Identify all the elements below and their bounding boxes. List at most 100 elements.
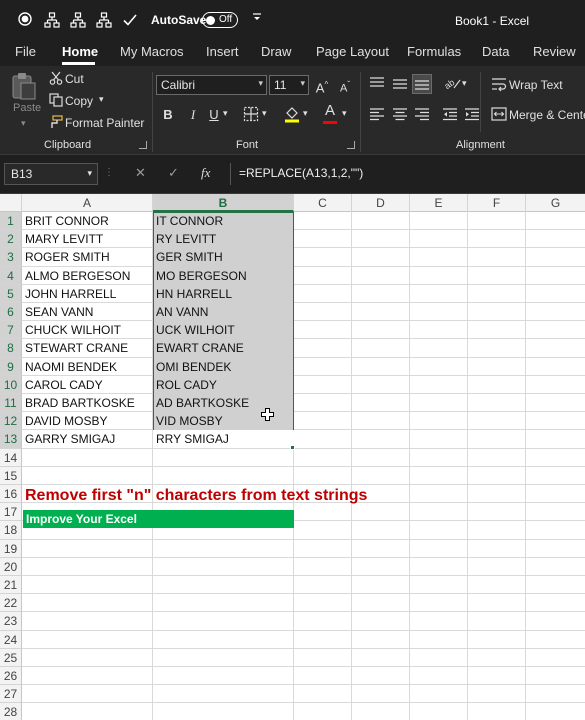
cell-a7[interactable]: CHUCK WILHOIT <box>22 321 121 339</box>
cell-b7[interactable]: UCK WILHOIT <box>153 321 235 339</box>
column-header-d[interactable]: D <box>352 194 410 212</box>
cell-b5[interactable]: HN HARRELL <box>153 285 232 303</box>
cell-b9[interactable]: OMI BENDEK <box>153 358 231 376</box>
align-middle-icon[interactable] <box>392 76 408 95</box>
row-header-4[interactable]: 4 <box>0 266 22 285</box>
row-header-14[interactable]: 14 <box>0 448 22 467</box>
cell-a6[interactable]: SEAN VANN <box>22 303 93 321</box>
fill-color-icon[interactable] <box>284 105 300 126</box>
worksheet-grid[interactable]: A B C D E F G 1 2 3 4 5 6 7 8 9 10 11 12 13 14 15 16 17 1… <box>0 194 585 720</box>
row-header-28[interactable]: 28 <box>0 703 22 720</box>
italic-button[interactable]: I <box>187 107 199 123</box>
cell-a13[interactable]: GARRY SMIGAJ <box>22 430 115 448</box>
font-name-select[interactable]: Calibri ▾ <box>156 75 267 95</box>
column-header-e[interactable]: E <box>410 194 468 212</box>
align-right-icon[interactable] <box>414 106 430 125</box>
row-header-15[interactable]: 15 <box>0 466 22 485</box>
cell-a2[interactable]: MARY LEVITT <box>22 230 103 248</box>
align-left-icon[interactable] <box>369 106 385 125</box>
fill-handle[interactable] <box>290 445 295 450</box>
copy-dropdown-icon[interactable]: ▾ <box>99 94 104 105</box>
copy-icon[interactable] <box>49 93 63 110</box>
bold-button[interactable]: B <box>162 107 174 123</box>
cancel-icon[interactable]: ✕ <box>135 165 146 181</box>
name-box[interactable]: B13 ▾ <box>4 163 98 185</box>
more-options-icon[interactable]: ⋮ <box>104 167 114 178</box>
tab-home[interactable]: Home <box>62 44 98 59</box>
row-header-18[interactable]: 18 <box>0 521 22 540</box>
cell-b10[interactable]: ROL CADY <box>153 376 217 394</box>
decrease-font-icon[interactable]: Aˇ <box>337 77 353 97</box>
column-header-f[interactable]: F <box>468 194 526 212</box>
copy-button[interactable]: Copy <box>65 94 93 108</box>
cell-b6[interactable]: AN VANN <box>153 303 208 321</box>
row-header-24[interactable]: 24 <box>0 630 22 649</box>
align-top-icon[interactable] <box>369 76 385 95</box>
column-header-c[interactable]: C <box>294 194 352 212</box>
font-color-dropdown-icon[interactable]: ▾ <box>342 108 347 119</box>
row-header-21[interactable]: 21 <box>0 576 22 595</box>
org-chart-icon-2[interactable] <box>70 12 86 28</box>
cell-a4[interactable]: ALMO BERGESON <box>22 267 130 285</box>
decrease-indent-icon[interactable] <box>442 106 458 125</box>
cell-a5[interactable]: JOHN HARRELL <box>22 285 116 303</box>
checkmark-icon[interactable] <box>122 12 138 28</box>
row-header-19[interactable]: 19 <box>0 539 22 558</box>
row-header-7[interactable]: 7 <box>0 321 22 340</box>
record-icon[interactable] <box>18 12 32 28</box>
orientation-icon[interactable]: ab <box>442 75 462 94</box>
cell-a12[interactable]: DAVID MOSBY <box>22 412 107 430</box>
tab-review[interactable]: Review <box>533 44 576 59</box>
wrap-text-button[interactable]: Wrap Text <box>509 78 563 92</box>
row-header-23[interactable]: 23 <box>0 612 22 631</box>
tab-my-macros[interactable]: My Macros <box>120 44 184 59</box>
row-header-10[interactable]: 10 <box>0 375 22 394</box>
merge-center-button[interactable]: Merge & Center <box>509 108 585 122</box>
row-header-9[interactable]: 9 <box>0 357 22 376</box>
org-chart-icon-3[interactable] <box>96 12 112 28</box>
row-header-13[interactable]: 13 <box>0 430 22 449</box>
font-color-button[interactable]: A <box>322 103 338 124</box>
tab-page-layout[interactable]: Page Layout <box>316 44 389 59</box>
font-launcher-icon[interactable] <box>347 141 355 149</box>
paste-dropdown-icon[interactable]: ▾ <box>21 118 26 129</box>
insert-function-icon[interactable]: fx <box>201 165 210 181</box>
org-chart-icon[interactable] <box>44 12 60 28</box>
tab-formulas[interactable]: Formulas <box>407 44 461 59</box>
cell-a11[interactable]: BRAD BARTKOSKE <box>22 394 135 412</box>
column-header-a[interactable]: A <box>22 194 153 212</box>
row-header-6[interactable]: 6 <box>0 303 22 322</box>
row-header-8[interactable]: 8 <box>0 339 22 358</box>
cut-button[interactable]: Cut <box>65 72 84 86</box>
select-all-corner[interactable] <box>0 194 22 212</box>
paste-label[interactable]: Paste <box>13 102 41 114</box>
format-painter-icon[interactable] <box>49 115 63 132</box>
scissors-icon[interactable] <box>49 71 63 88</box>
row-header-17[interactable]: 17 <box>0 503 22 522</box>
enter-icon[interactable]: ✓ <box>168 165 179 181</box>
borders-dropdown-icon[interactable]: ▾ <box>262 108 267 119</box>
cell-b2[interactable]: RY LEVITT <box>153 230 216 248</box>
row-header-22[interactable]: 22 <box>0 594 22 613</box>
cell-b1[interactable]: IT CONNOR <box>153 212 223 230</box>
row-header-3[interactable]: 3 <box>0 248 22 267</box>
borders-icon[interactable] <box>243 106 259 125</box>
cell-b12[interactable]: VID MOSBY <box>153 412 223 430</box>
row-header-20[interactable]: 20 <box>0 557 22 576</box>
format-painter-button[interactable]: Format Painter <box>65 116 144 130</box>
wrap-text-icon[interactable] <box>491 76 507 95</box>
cell-a8[interactable]: STEWART CRANE <box>22 339 128 357</box>
cell-b8[interactable]: EWART CRANE <box>153 339 244 357</box>
row-header-11[interactable]: 11 <box>0 394 22 413</box>
autosave-toggle[interactable]: Off <box>202 12 238 28</box>
tab-data[interactable]: Data <box>482 44 509 59</box>
row-header-27[interactable]: 27 <box>0 685 22 704</box>
row-header-16[interactable]: 16 <box>0 485 22 504</box>
cell-a1[interactable]: BRIT CONNOR <box>22 212 109 230</box>
banner-cell[interactable]: Improve Your Excel <box>23 510 294 528</box>
cell-a9[interactable]: NAOMI BENDEK <box>22 358 117 376</box>
underline-dropdown-icon[interactable]: ▾ <box>223 108 228 119</box>
cell-b4[interactable]: MO BERGESON <box>153 267 247 285</box>
formula-input[interactable]: =REPLACE(A13,1,2,"") <box>230 163 585 185</box>
paste-icon[interactable] <box>10 71 38 101</box>
